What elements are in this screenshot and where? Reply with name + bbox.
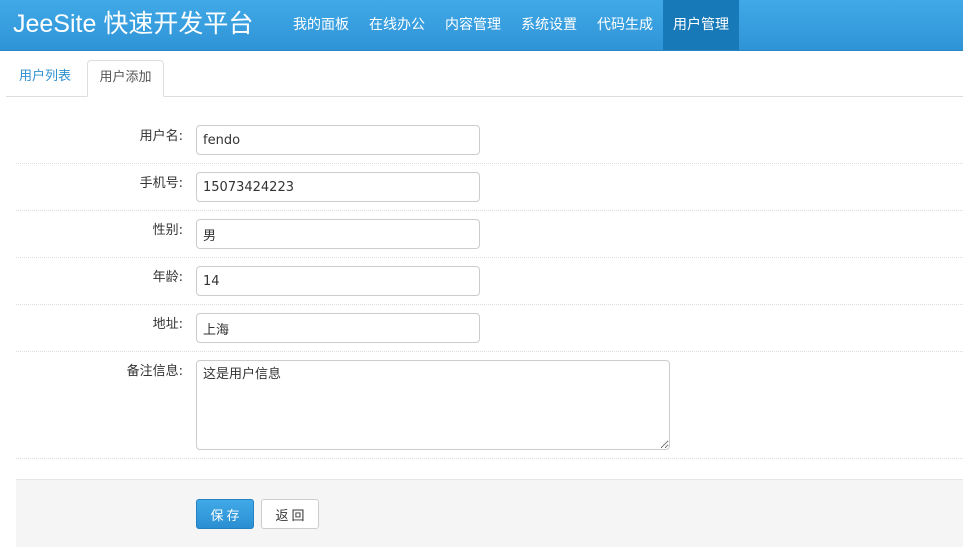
back-button[interactable]: 返回 — [261, 499, 319, 529]
address-input[interactable] — [196, 313, 480, 343]
age-input[interactable] — [196, 266, 480, 296]
address-label: 地址: — [152, 317, 183, 332]
remarks-textarea[interactable]: 这是用户信息 — [196, 360, 670, 450]
save-button[interactable]: 保存 — [196, 499, 254, 529]
form-row-gender: 性别: — [16, 210, 963, 258]
nav-item-user-management[interactable]: 用户管理 — [663, 0, 739, 50]
form-row-remarks: 备注信息: 这是用户信息 — [16, 351, 963, 459]
phone-label: 手机号: — [139, 176, 183, 191]
form-row-username: 用户名: — [16, 116, 963, 164]
remarks-label: 备注信息: — [126, 364, 183, 379]
username-input[interactable] — [196, 125, 480, 155]
form-row-age: 年龄: — [16, 257, 963, 305]
form-row-phone: 手机号: — [16, 163, 963, 211]
nav-item-settings[interactable]: 系统设置 — [513, 0, 585, 50]
tab-user-list[interactable]: 用户列表 — [6, 60, 84, 96]
gender-input[interactable] — [196, 219, 480, 249]
tab-user-add[interactable]: 用户添加 — [87, 60, 164, 97]
top-navbar: JeeSite 快速开发平台 我的面板 在线办公 内容管理 系统设置 代码生成 … — [0, 0, 963, 51]
username-label: 用户名: — [139, 129, 183, 144]
form-row-address: 地址: — [16, 304, 963, 352]
nav-item-dashboard[interactable]: 我的面板 — [285, 0, 357, 50]
age-label: 年龄: — [152, 270, 183, 285]
page-tabs: 用户列表 用户添加 — [6, 50, 963, 97]
nav-item-office[interactable]: 在线办公 — [361, 0, 433, 50]
gender-label: 性别: — [152, 223, 183, 238]
nav-item-content[interactable]: 内容管理 — [437, 0, 509, 50]
nav-item-codegen[interactable]: 代码生成 — [589, 0, 661, 50]
form-actions: 保存 返回 — [16, 479, 963, 547]
brand-title[interactable]: JeeSite 快速开发平台 — [13, 8, 253, 40]
phone-input[interactable] — [196, 172, 480, 202]
